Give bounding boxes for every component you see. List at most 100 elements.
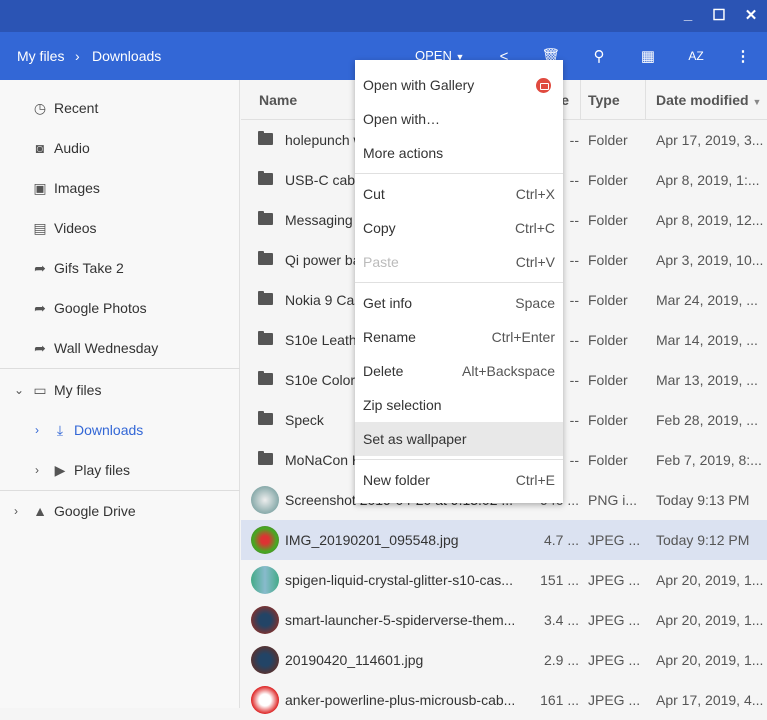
- file-name: Nokia 9 Cas: [285, 292, 362, 308]
- folder-icon: [258, 131, 273, 145]
- gallery-app-icon: [536, 77, 551, 93]
- file-date: Mar 24, 2019, ...: [656, 292, 758, 308]
- laptop-icon: ▭: [33, 382, 47, 398]
- sidebar-item-label: Recent: [54, 100, 99, 116]
- sidebar-item-label: Wall Wednesday: [54, 340, 159, 356]
- sidebar-item-label: Images: [54, 180, 100, 196]
- file-thumbnail: [251, 606, 279, 634]
- sidebar-item-recent[interactable]: ◷ Recent: [0, 88, 240, 128]
- shortcut-icon: ➦: [34, 300, 46, 316]
- menu-item-zip-selection[interactable]: Zip selection: [355, 388, 563, 422]
- column-divider[interactable]: [580, 80, 581, 120]
- menu-item-get-info[interactable]: Get info Space: [355, 286, 563, 320]
- close-button[interactable]: ✕: [741, 6, 761, 24]
- table-row[interactable]: spigen-liquid-crystal-glitter-s10-cas...…: [241, 560, 767, 600]
- menu-item-set-as-wallpaper[interactable]: Set as wallpaper: [355, 422, 563, 456]
- file-name: Qi power ba: [285, 252, 361, 268]
- more-options-icon[interactable]: ⋮: [731, 44, 755, 68]
- file-type: Folder: [588, 332, 628, 348]
- shortcut: Ctrl+V: [515, 254, 555, 270]
- menu-item-new-folder[interactable]: New folder Ctrl+E: [355, 463, 563, 497]
- file-date: Apr 20, 2019, 1...: [656, 572, 764, 588]
- grid-view-icon[interactable]: ▦: [636, 44, 660, 68]
- table-row[interactable]: IMG_20190201_095548.jpg 4.7 ... JPEG ... To…: [241, 520, 767, 560]
- sidebar-item-audio[interactable]: ◙ Audio: [0, 128, 240, 168]
- file-size: 3.4 ...: [543, 612, 579, 628]
- breadcrumb-downloads[interactable]: Downloads: [92, 48, 161, 64]
- menu-item-delete[interactable]: Delete Alt+Backspace: [355, 354, 563, 388]
- sidebar-item-my-files[interactable]: ⌄ ▭ My files: [0, 370, 240, 410]
- menu-item-label: Rename: [363, 329, 416, 345]
- file-date: Today 9:13 PM: [656, 492, 750, 508]
- file-type: Folder: [588, 372, 628, 388]
- drive-icon: ▲: [33, 503, 47, 519]
- chevron-right-icon[interactable]: ›: [14, 504, 18, 518]
- chevron-right-icon[interactable]: ›: [35, 423, 39, 437]
- sort-descending-icon: ▼: [752, 97, 762, 107]
- sidebar-item-videos[interactable]: ▤ Videos: [0, 208, 240, 248]
- file-type: JPEG ...: [588, 612, 641, 628]
- sidebar-item-label: Downloads: [74, 422, 144, 438]
- sidebar-item-play-files[interactable]: › ▶ Play files: [0, 450, 240, 490]
- file-name: anker-powerline-plus-microusb-cab...: [285, 692, 516, 708]
- file-type: Folder: [588, 292, 628, 308]
- menu-item-open-with[interactable]: Open with…: [355, 102, 563, 136]
- file-date: Apr 17, 2019, 3...: [656, 132, 764, 148]
- menu-item-rename[interactable]: Rename Ctrl+Enter: [355, 320, 563, 354]
- sidebar-item-label: Gifs Take 2: [54, 260, 124, 276]
- column-header-type[interactable]: Type: [588, 92, 620, 108]
- divider: [0, 368, 240, 369]
- table-row[interactable]: smart-launcher-5-spiderverse-them... 3.4 …: [241, 600, 767, 640]
- sort-icon[interactable]: AZ: [684, 44, 708, 68]
- file-type: JPEG ...: [588, 652, 641, 668]
- file-size: --: [569, 412, 579, 428]
- file-date: Apr 8, 2019, 12...: [656, 212, 764, 228]
- file-date: Feb 7, 2019, 8:...: [656, 452, 762, 468]
- menu-item-open-with-gallery[interactable]: Open with Gallery: [355, 68, 563, 102]
- file-name: 20190420_114601.jpg: [285, 652, 424, 668]
- sidebar-item-gifs-take-2[interactable]: ➦ Gifs Take 2: [0, 248, 240, 288]
- menu-item-more-actions[interactable]: More actions: [355, 136, 563, 170]
- table-row[interactable]: anker-powerline-plus-microusb-cab... 161 …: [241, 680, 767, 720]
- file-name: MoNaCon H: [285, 452, 363, 468]
- sidebar-item-downloads[interactable]: › ⤓ Downloads: [0, 410, 240, 450]
- file-name: S10e Leath: [285, 332, 357, 348]
- file-size: --: [569, 132, 579, 148]
- shortcut-icon: ➦: [34, 340, 46, 356]
- sidebar: ◷ Recent ◙ Audio ▣ Images ▤ Videos ➦ Gifs Tak…: [0, 80, 240, 708]
- file-size: 4.7 ...: [543, 532, 579, 548]
- sidebar-item-label: My files: [54, 382, 102, 398]
- menu-item-label: Zip selection: [363, 397, 442, 413]
- search-icon[interactable]: ⚲: [587, 44, 611, 68]
- menu-item-cut[interactable]: Cut Ctrl+X: [355, 177, 563, 211]
- column-divider[interactable]: [645, 80, 646, 120]
- sidebar-item-label: Google Drive: [54, 503, 136, 519]
- file-size: 151 ...: [540, 572, 579, 588]
- file-name: IMG_20190201_095548.jpg: [285, 532, 459, 548]
- column-header-name[interactable]: Name: [259, 92, 297, 108]
- menu-item-label: Cut: [363, 186, 385, 202]
- file-date: Mar 14, 2019, ...: [656, 332, 758, 348]
- breadcrumb-my-files[interactable]: My files: [17, 48, 64, 64]
- sidebar-item-label: Play files: [74, 462, 131, 478]
- sidebar-item-google-drive[interactable]: › ▲ Google Drive: [0, 491, 240, 531]
- chevron-right-icon[interactable]: ›: [35, 463, 39, 477]
- file-size: --: [569, 332, 579, 348]
- shortcut: Ctrl+C: [514, 220, 555, 236]
- table-row[interactable]: 20190420_114601.jpg 2.9 ... JPEG ... Apr 20…: [241, 640, 767, 680]
- menu-item-copy[interactable]: Copy Ctrl+C: [355, 211, 563, 245]
- chevron-down-icon[interactable]: ⌄: [14, 383, 24, 397]
- file-type: JPEG ...: [588, 692, 641, 708]
- image-icon: ▣: [33, 180, 47, 196]
- sidebar-item-wall-wednesday[interactable]: ➦ Wall Wednesday: [0, 328, 240, 368]
- file-size: 2.9 ...: [543, 652, 579, 668]
- sidebar-item-google-photos[interactable]: ➦ Google Photos: [0, 288, 240, 328]
- maximize-button[interactable]: ☐: [709, 6, 729, 24]
- folder-icon: [258, 211, 273, 225]
- column-header-date[interactable]: Date modified ▼: [656, 92, 761, 108]
- sidebar-item-images[interactable]: ▣ Images: [0, 168, 240, 208]
- file-size: --: [569, 212, 579, 228]
- file-thumbnail: [251, 486, 279, 514]
- minimize-button[interactable]: _: [678, 6, 698, 23]
- folder-icon: [258, 371, 273, 385]
